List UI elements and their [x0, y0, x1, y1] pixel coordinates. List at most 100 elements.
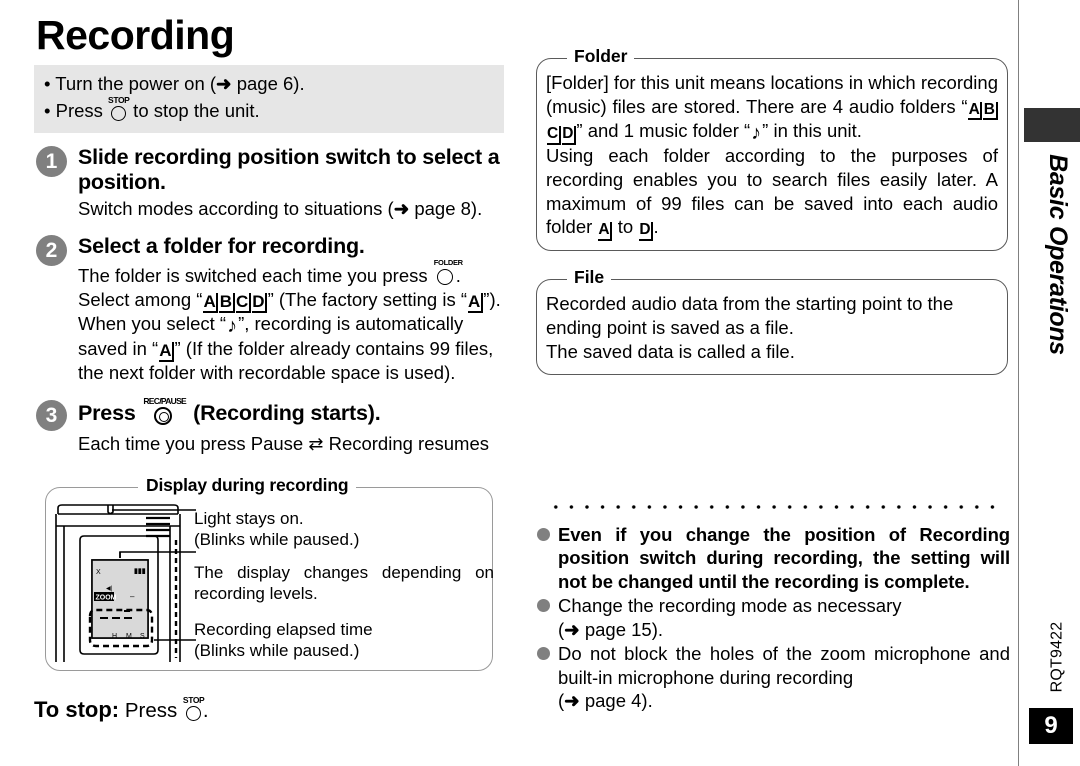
step-2-line2-post: ”).	[483, 289, 501, 311]
folder-button-icon: FOLDER	[434, 259, 463, 286]
dotted-separator	[548, 504, 1000, 510]
svg-text:◀|: ◀|	[106, 586, 113, 592]
section-label: Basic Operations	[1033, 140, 1080, 370]
prerequisites-box: • Turn the power on (➜ page 6). • Press …	[34, 65, 504, 133]
rec-pause-button-icon: REC/PAUSE	[143, 397, 187, 426]
step-1-title: Slide recording position switch to selec…	[78, 144, 500, 194]
recorder-device-illustration: X ▮▮▮ ◀| ZOOM – H M S	[55, 504, 196, 662]
folder-chip-a: A	[597, 222, 613, 241]
note-item: Do not block the holes of the zoom micro…	[536, 642, 1010, 712]
folder-chip-a: A	[158, 341, 174, 362]
display-during-recording-panel: Display during recording X ▮▮▮ ◀| ZOOM –…	[45, 475, 494, 671]
step-3: 3 Press REC/PAUSE (Recording starts). Ea…	[34, 397, 514, 457]
swap-arrows-icon: ⇄	[308, 434, 324, 455]
step-2-line1-post: .	[455, 264, 461, 286]
file-box-legend: File	[567, 266, 612, 288]
step-1-body-post: page 8).	[409, 198, 483, 220]
to-stop-pre: Press	[119, 699, 183, 722]
step-2: 2 Select a folder for recording. The fol…	[34, 234, 514, 386]
prereq-stop-pre: • Press	[44, 100, 109, 122]
manual-page: Recording • Turn the power on (➜ page 6)…	[0, 0, 1080, 766]
step-2-line3-pre: When you select “	[78, 313, 227, 335]
step-2-badge: 2	[36, 234, 67, 266]
stop-button-icon: STOP	[183, 696, 205, 721]
left-column: Recording • Turn the power on (➜ page 6)…	[34, 12, 514, 457]
note-item: Change the recording mode as necessary (…	[536, 594, 1010, 641]
music-note-icon: ♪	[751, 122, 762, 145]
step-2-title: Select a folder for recording.	[78, 233, 365, 258]
folder-chip-d: D	[638, 222, 654, 241]
prerequisite-item-stop: • Press STOP to stop the unit.	[44, 96, 494, 124]
step-3-title-pre: Press	[78, 401, 142, 426]
step-1: 1 Slide recording position switch to sel…	[34, 145, 514, 222]
folder-chip-a: A	[467, 293, 483, 314]
svg-text:X: X	[96, 569, 101, 576]
step-2-body: The folder is switched each time you pre…	[78, 259, 514, 385]
display-panel-legend: Display during recording	[138, 475, 357, 496]
right-column: Folder [Folder] for this unit means loca…	[536, 46, 1008, 375]
note-tail: (➜ page 15).	[558, 618, 664, 640]
prerequisite-item-power: • Turn the power on (➜ page 6).	[44, 71, 494, 97]
step-1-body: Switch modes according to situations (➜ …	[78, 197, 514, 221]
document-code-text: RQT9422	[1048, 621, 1065, 693]
callout-elapsed-line2: (Blinks while paused.)	[194, 641, 360, 661]
page-title: Recording	[36, 12, 235, 58]
to-stop-instruction: To stop: Press STOP.	[34, 696, 209, 722]
folder-p2-b: to	[612, 216, 639, 238]
prereq-stop-post: to stop the unit.	[128, 100, 260, 122]
folder-p1-c: ” in this unit.	[762, 120, 862, 142]
folder-box-paragraph-1: [Folder] for this unit means locations i…	[546, 71, 998, 145]
svg-text:–: –	[130, 592, 135, 601]
folder-chips-abcd: ABCD	[202, 289, 268, 314]
stop-button-icon: STOP	[108, 96, 130, 122]
notes-list: Even if you change the position of Recor…	[536, 523, 1010, 714]
callout-elapsed-line1: Recording elapsed time	[194, 620, 373, 639]
bullet-icon	[537, 647, 550, 661]
to-stop-label: To stop:	[34, 697, 120, 722]
page-number-badge: 9	[1029, 708, 1073, 744]
step-3-badge: 3	[36, 400, 67, 432]
svg-text:H: H	[112, 633, 117, 640]
arrow-icon: ➜	[564, 618, 580, 640]
note-text: Change the recording mode as necessary	[558, 595, 902, 617]
folder-p1-a: [Folder] for this unit means locations i…	[546, 72, 998, 117]
callout-elapsed-time: Recording elapsed time (Blinks while pau…	[194, 619, 494, 662]
section-tab-marker	[1024, 108, 1080, 142]
step-3-body-post: Recording resumes	[323, 433, 489, 455]
step-1-badge: 1	[36, 145, 67, 177]
svg-text:S: S	[140, 633, 145, 640]
step-1-body-pre: Switch modes according to situations (	[78, 198, 394, 220]
section-label-text: Basic Operations	[1043, 154, 1072, 355]
bullet-icon	[537, 528, 550, 541]
file-info-box: File Recorded audio data from the starti…	[536, 266, 1008, 375]
step-3-title: Press REC/PAUSE (Recording starts).	[78, 397, 514, 426]
folder-box-paragraph-2: Using each folder according to the purpo…	[546, 144, 998, 241]
folder-info-box: Folder [Folder] for this unit means loca…	[536, 46, 1008, 251]
folder-box-legend: Folder	[567, 46, 635, 67]
folder-p2-c: .	[653, 216, 659, 238]
step-3-body: Each time you press Pause ⇄ Recording re…	[78, 432, 514, 457]
callout-light: Light stays on. (Blinks while paused.)	[194, 508, 494, 551]
file-box-paragraph-1: Recorded audio data from the starting po…	[546, 292, 954, 338]
prereq-power-post: page 6).	[231, 73, 305, 95]
document-code: RQT9422	[1044, 612, 1070, 702]
bullet-icon	[537, 599, 550, 613]
prereq-power-pre: • Turn the power on (	[44, 73, 217, 95]
step-2-line2-mid: ” (The factory setting is “	[267, 289, 468, 311]
music-note-icon: ♪	[227, 315, 238, 338]
svg-text:▮▮▮: ▮▮▮	[134, 568, 146, 575]
arrow-icon: ➜	[393, 198, 410, 220]
note-tail: (➜ page 4).	[558, 690, 653, 712]
callout-light-line2: (Blinks while paused.)	[194, 530, 360, 550]
svg-text:ZOOM: ZOOM	[96, 595, 117, 602]
svg-text:M: M	[126, 633, 132, 640]
arrow-icon: ➜	[216, 73, 232, 95]
arrow-icon: ➜	[564, 690, 580, 712]
note-text: Even if you change the position of Recor…	[558, 524, 1010, 592]
callout-light-line1: Light stays on.	[194, 509, 304, 528]
note-text: Do not block the holes of the zoom micro…	[558, 643, 1010, 688]
step-2-line1-pre: The folder is switched each time you pre…	[78, 264, 433, 286]
callout-display-levels: The display changes depending on recordi…	[194, 563, 494, 604]
file-box-paragraph-2: The saved data is called a file.	[546, 340, 795, 362]
step-3-body-pre: Each time you press Pause	[78, 433, 309, 455]
